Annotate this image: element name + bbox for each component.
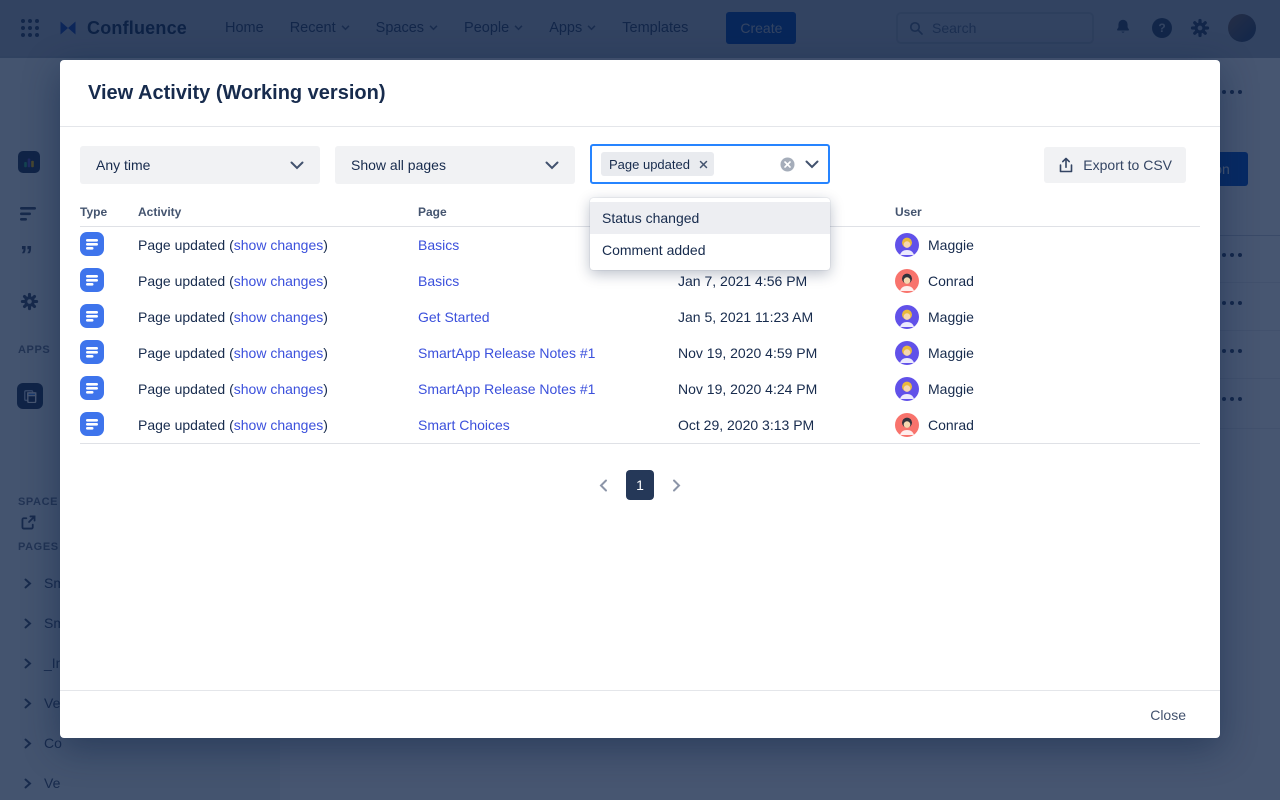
remove-tag-icon[interactable] <box>697 158 710 171</box>
page-link[interactable]: Basics <box>418 273 459 289</box>
user-name: Conrad <box>928 273 974 289</box>
date-cell: Jan 7, 2021 4:56 PM <box>678 273 895 289</box>
page-link[interactable]: Basics <box>418 237 459 253</box>
page-type-icon <box>80 268 104 292</box>
menu-option-status-changed[interactable]: Status changed <box>590 202 830 234</box>
clear-select-icon[interactable] <box>780 157 795 172</box>
col-header-type: Type <box>80 205 138 219</box>
view-activity-modal: View Activity (Working version) Any time… <box>60 60 1220 738</box>
page-type-icon <box>80 232 104 256</box>
table-row: Page updated (show changes) SmartApp Rel… <box>80 371 1200 407</box>
activity-tag[interactable]: Page updated <box>601 152 714 176</box>
date-cell: Nov 19, 2020 4:59 PM <box>678 345 895 361</box>
close-button[interactable]: Close <box>1150 707 1186 723</box>
user-avatar <box>895 233 919 257</box>
show-changes-link[interactable]: show changes <box>234 381 324 397</box>
show-changes-link[interactable]: show changes <box>234 309 324 325</box>
user-name: Maggie <box>928 345 974 361</box>
table-row: Page updated (show changes) Smart Choice… <box>80 407 1200 443</box>
page-link[interactable]: Smart Choices <box>418 417 510 433</box>
next-page-icon[interactable] <box>668 475 685 496</box>
page-type-icon <box>80 376 104 400</box>
activity-type-dropdown-menu: Status changed Comment added <box>590 198 830 270</box>
activity-type-multiselect[interactable]: Page updated <box>590 144 830 184</box>
user-name: Conrad <box>928 417 974 433</box>
page-type-icon <box>80 304 104 328</box>
chevron-down-icon <box>290 161 304 170</box>
modal-footer: Close <box>60 690 1220 738</box>
col-header-user: User <box>895 205 1200 219</box>
user-avatar <box>895 413 919 437</box>
user-avatar <box>895 269 919 293</box>
show-changes-link[interactable]: show changes <box>234 237 324 253</box>
chevron-down-icon <box>545 161 559 170</box>
user-avatar <box>895 305 919 329</box>
user-avatar <box>895 377 919 401</box>
page-link[interactable]: SmartApp Release Notes #1 <box>418 345 595 361</box>
user-name: Maggie <box>928 381 974 397</box>
user-name: Maggie <box>928 237 974 253</box>
user-avatar <box>895 341 919 365</box>
user-name: Maggie <box>928 309 974 325</box>
table-row: Page updated (show changes) SmartApp Rel… <box>80 335 1200 371</box>
nav-dim-overlay <box>0 0 1280 58</box>
pages-filter-select[interactable]: Show all pages <box>335 146 575 184</box>
menu-option-comment-added[interactable]: Comment added <box>590 234 830 266</box>
date-cell: Nov 19, 2020 4:24 PM <box>678 381 895 397</box>
export-csv-button[interactable]: Export to CSV <box>1044 147 1186 183</box>
col-header-activity: Activity <box>138 205 418 219</box>
page-type-icon <box>80 412 104 436</box>
pagination: 1 <box>60 470 1220 500</box>
page-link[interactable]: Get Started <box>418 309 490 325</box>
modal-title: View Activity (Working version) <box>88 82 385 105</box>
date-cell: Jan 5, 2021 11:23 AM <box>678 309 895 325</box>
show-changes-link[interactable]: show changes <box>234 417 324 433</box>
table-row: Page updated (show changes) Get Started … <box>80 299 1200 335</box>
show-changes-link[interactable]: show changes <box>234 345 324 361</box>
page-type-icon <box>80 340 104 364</box>
chevron-down-icon <box>805 160 819 169</box>
export-icon <box>1058 157 1074 174</box>
page-link[interactable]: SmartApp Release Notes #1 <box>418 381 595 397</box>
show-changes-link[interactable]: show changes <box>234 273 324 289</box>
page-number-button[interactable]: 1 <box>626 470 654 500</box>
prev-page-icon[interactable] <box>595 475 612 496</box>
modal-header: View Activity (Working version) <box>60 60 1220 127</box>
time-filter-select[interactable]: Any time <box>80 146 320 184</box>
date-cell: Oct 29, 2020 3:13 PM <box>678 417 895 433</box>
